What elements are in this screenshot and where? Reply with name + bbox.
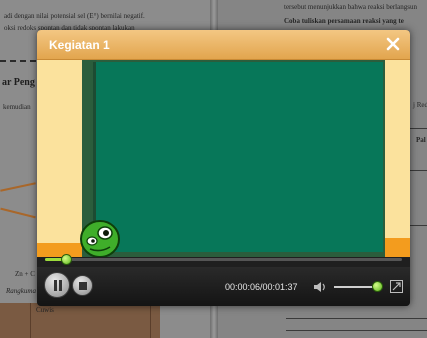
stop-icon [79,282,87,290]
divider [410,128,427,129]
video-floor [385,238,410,257]
chalkboard [93,62,383,252]
table-cell-text: Cuwis [36,306,54,314]
right-page-fragment: j Red [413,101,427,109]
table-divider [30,303,31,338]
video-wall-left [37,60,82,257]
progress-scrubber[interactable] [61,254,72,265]
left-page-caption: Rangkuma [6,287,36,295]
left-page-heading: ar Peng [2,77,35,88]
video-wall-right [385,60,410,257]
pause-button[interactable] [44,272,70,298]
divider [410,225,427,226]
table-divider [150,303,151,338]
video-frame[interactable] [37,60,410,257]
left-page-table [0,303,160,338]
video-floor [37,243,82,257]
volume-icon[interactable] [313,281,327,293]
divider [0,60,36,62]
right-page-text-line: tersebut menunjukkan bahwa reaksi berlan… [284,3,417,11]
left-page-text-line: kemudian [3,103,31,111]
left-page-text-line: adi dengan nilai potensial sel (E°) bern… [4,12,145,20]
right-page-fragment: Pal [416,136,426,144]
modal-header: Kegiatan 1 [37,30,410,60]
turtle-character-icon [80,220,120,257]
video-modal: Kegiatan 1 00:00:06/00:01:37 [37,30,410,306]
right-page-text-line: Coba tuliskan persamaan reaksi yang te [284,17,404,25]
divider [286,330,427,331]
divider [410,170,427,171]
divider [286,318,427,319]
time-display: 00:00:06/00:01:37 [225,282,298,292]
pause-icon [53,280,63,291]
modal-title: Kegiatan 1 [49,38,110,52]
volume-slider-knob[interactable] [372,281,383,292]
close-icon[interactable] [385,36,401,52]
progress-track[interactable] [45,258,402,261]
fullscreen-icon[interactable] [390,280,403,293]
stop-button[interactable] [72,275,93,296]
left-page-equation: Zn + C [15,270,35,278]
